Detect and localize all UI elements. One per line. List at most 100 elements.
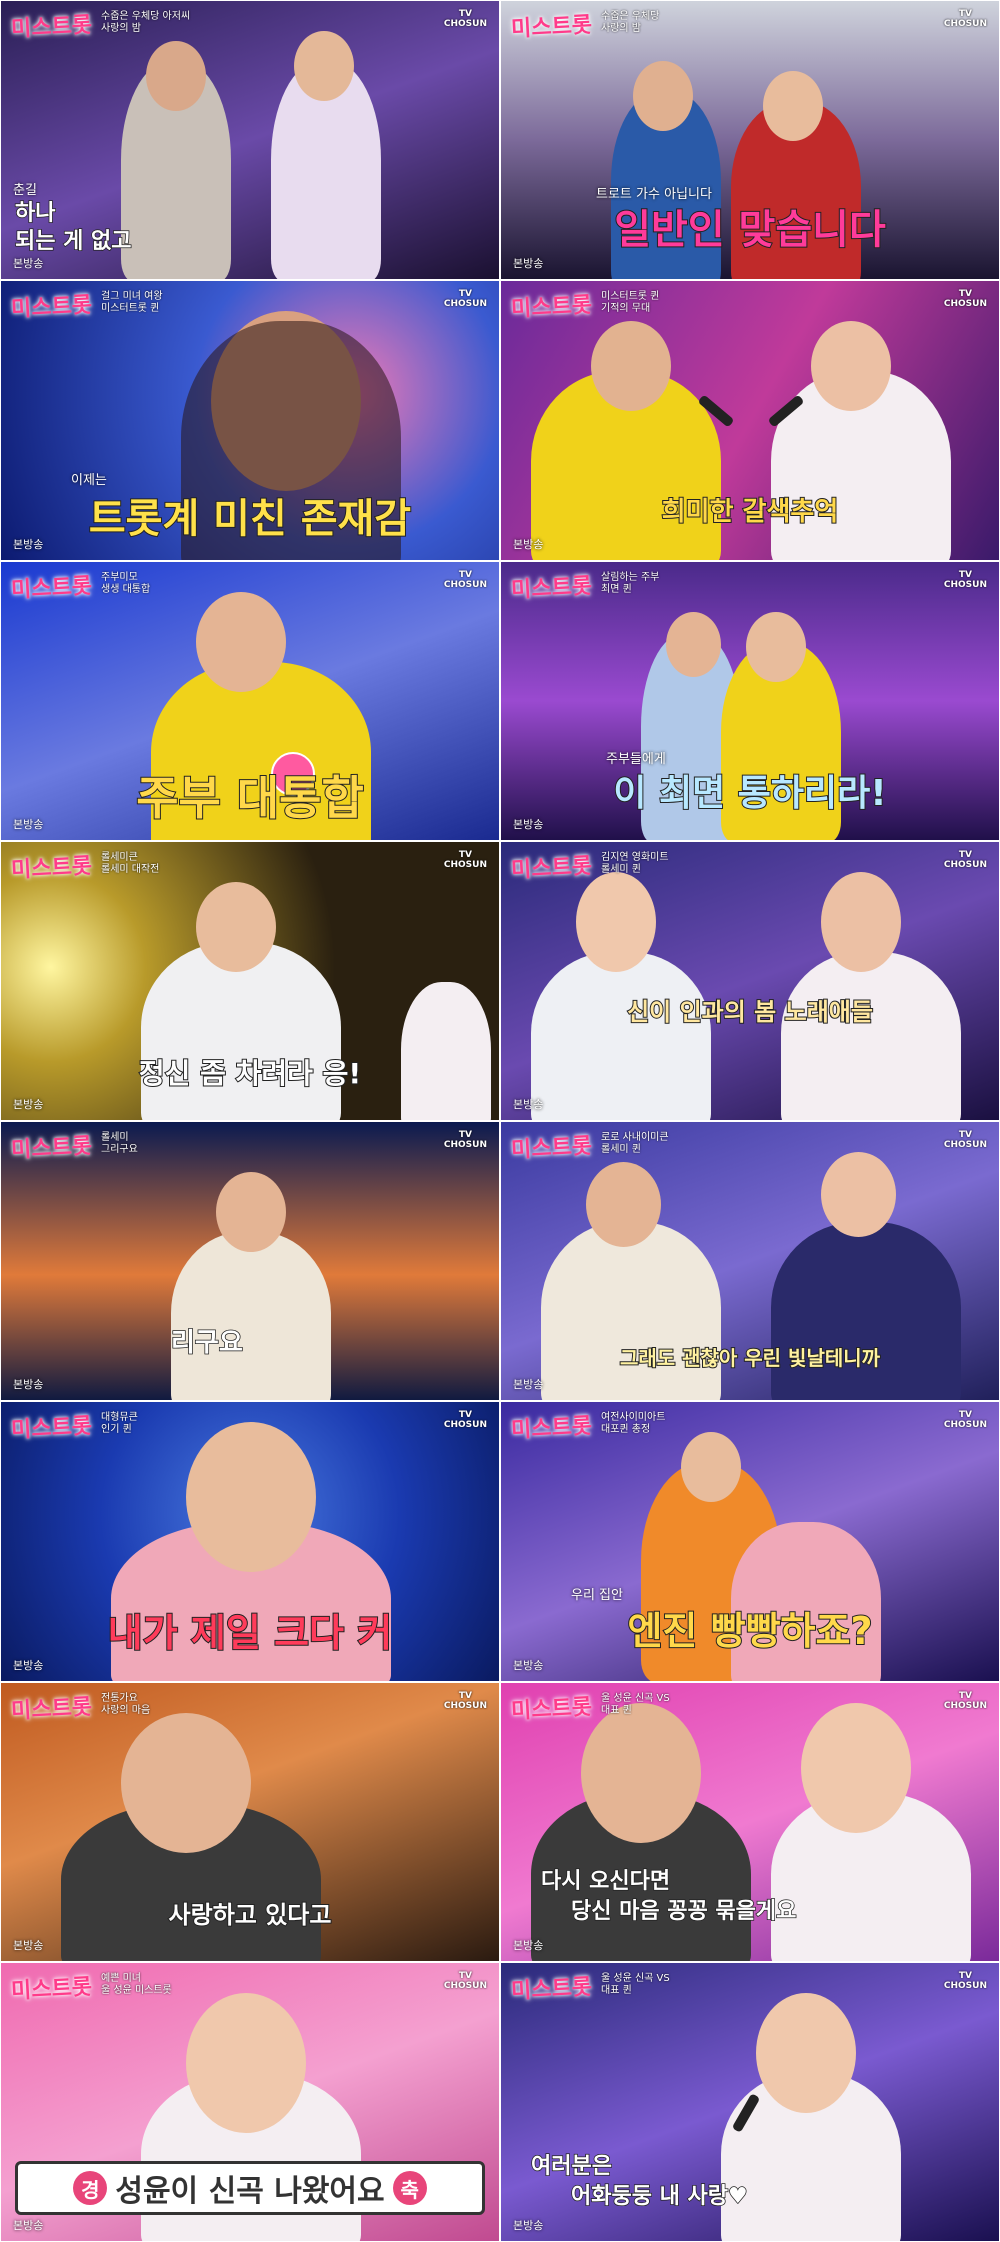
- panel-12: 미스트롯 여전사이미아트 대포퀸 총정 TV CHOSUN 우리 집안 엔진 빵…: [500, 1401, 1000, 1682]
- subtitle: 사랑하고 있다고: [168, 1900, 333, 1930]
- broadcast-tag: 본방송: [513, 1938, 544, 1952]
- singer-head: [746, 611, 806, 682]
- singer-figure: [171, 1232, 331, 1401]
- subtitle-line-2: 어화둥둥 내 사랑♥: [570, 2183, 748, 2210]
- broadcast-tag: 본방송: [13, 1658, 44, 1672]
- broadcast-tag: 본방송: [13, 1938, 44, 1952]
- singer-head: [591, 321, 671, 412]
- tv-chosun-logo: TV CHOSUN: [943, 1410, 987, 1431]
- show-logo: 미스트롯: [510, 573, 593, 603]
- subtitle: 그래도 괜찮아 우린 빛날테니까: [619, 1345, 881, 1371]
- singer-head: [576, 871, 656, 972]
- tv-chosun-logo: TV CHOSUN: [443, 849, 487, 870]
- tv-chosun-logo: TV CHOSUN: [443, 1970, 487, 1991]
- subtitle: 신이 인과의 봄 노래애들: [626, 997, 874, 1027]
- segment-title: 수줍은 우체당 사랑의 밤: [601, 11, 660, 34]
- broadcast-tag: 본방송: [513, 1658, 544, 1672]
- subtitle: 일반인 맞습니다: [613, 206, 887, 254]
- subtitle: 희미한 갈색추억: [661, 496, 840, 528]
- tv-chosun-logo: TV CHOSUN: [443, 1130, 487, 1150]
- segment-title: 수줍은 우체당 아저씨 사랑의 밤: [101, 11, 191, 34]
- subtitle-line-1: 여러분은: [530, 2153, 612, 2180]
- show-logo: 미스트롯: [10, 1414, 93, 1444]
- singer-figure: [781, 951, 961, 1120]
- singer-head: [811, 321, 891, 412]
- show-logo: 미스트롯: [510, 1974, 593, 2004]
- broadcast-tag: 본방송: [13, 257, 44, 271]
- subtitle-line-2: 되는 게 없고: [14, 228, 132, 255]
- show-logo: 미스트롯: [510, 293, 593, 323]
- broadcast-tag: 본방송: [13, 537, 44, 551]
- segment-title: 롤세미큰 롤세미 대작전: [101, 851, 160, 875]
- singer-head: [681, 1432, 741, 1503]
- show-logo: 미스트롯: [10, 1974, 93, 2004]
- broadcast-tag: 본방송: [513, 537, 544, 551]
- segment-title: 살림하는 주부 최면 퀸: [601, 571, 660, 595]
- tv-chosun-logo: TV CHOSUN: [943, 9, 987, 29]
- broadcast-tag: 본방송: [513, 257, 544, 271]
- panel-10: 미스트롯 로로 사내이미큰 롤세미 퀸 TV CHOSUN 그래도 괜찮아 우린…: [500, 1121, 1000, 1402]
- broadcast-tag: 본방송: [513, 1098, 544, 1111]
- tv-chosun-logo: TV CHOSUN: [443, 9, 487, 29]
- banner-text: 성윤이 신곡 나왔어요: [115, 2174, 385, 2209]
- tv-chosun-logo: TV CHOSUN: [943, 1130, 987, 1150]
- panel-14: 미스트롯 울 성윤 신곡 VS 대표 퀸 TV CHOSUN 다시 오신다면 당…: [500, 1681, 1000, 1962]
- singer-head: [821, 871, 901, 972]
- tv-chosun-logo: TV CHOSUN: [443, 1410, 487, 1431]
- show-logo: 미스트롯: [510, 1133, 593, 1164]
- subtitle: 트롯계 미친 존재감: [88, 495, 412, 543]
- segment-title: 김지연 영화미트 롤세미 퀸: [601, 851, 669, 875]
- segment-title: 대형뮤큰 인기 퀸: [101, 1412, 138, 1436]
- tv-chosun-logo: TV CHOSUN: [443, 289, 487, 310]
- tv-chosun-logo: TV CHOSUN: [443, 1690, 487, 1711]
- segment-title: 걸그 미녀 여왕 미스터트롯 퀸: [101, 291, 163, 315]
- show-logo: 미스트롯: [10, 853, 93, 883]
- subtitle-line-1: 다시 오신다면: [540, 1868, 671, 1895]
- segment-title: 주부미모 생생 대통합: [101, 571, 151, 595]
- panel-7: 미스트롯 롤세미큰 롤세미 대작전 TV CHOSUN 정신 좀 차려라 응! …: [0, 840, 500, 1121]
- segment-title: 로로 사내이미큰 롤세미 퀸: [601, 1132, 669, 1155]
- singer-head: [196, 881, 276, 972]
- collage-grid: 미스트롯 수줍은 우체당 아저씨 사랑의 밤 TV CHOSUN 춘길 하나 되…: [0, 0, 1000, 2242]
- panel-3: 미스트롯 걸그 미녀 여왕 미스터트롯 퀸 TV CHOSUN 이제는 트롯계 …: [0, 280, 500, 561]
- singer-head: [801, 1702, 911, 1833]
- panel-15: 미스트롯 예쁜 미녀 울 성윤 미스트롯 TV CHOSUN 경 성윤이 신곡 …: [0, 1961, 500, 2242]
- singer-head: [666, 611, 721, 677]
- broadcast-tag: 본방송: [13, 1378, 44, 1392]
- subtitle: 이 최면 통하리라!: [612, 772, 887, 815]
- singer-head: [821, 1152, 896, 1237]
- subtitle: 엔진 빵빵하죠?: [626, 1608, 873, 1654]
- subtitle-line-2: 당신 마음 꽁꽁 묶을게요: [570, 1898, 797, 1925]
- panel-6: 미스트롯 살림하는 주부 최면 퀸 TV CHOSUN 주부들에게 이 최면 통…: [500, 560, 1000, 841]
- subtitle: 내가 제일 크다 커: [107, 1610, 393, 1656]
- singer-figure: [771, 1222, 961, 1401]
- singer-head: [121, 1712, 251, 1853]
- segment-title: 미스터트롯 퀸 기적의 무대: [601, 291, 660, 315]
- singer-figure: [531, 951, 711, 1120]
- singer-head: [216, 1172, 286, 1252]
- singer-head: [756, 1992, 856, 2113]
- show-logo: 미스트롯: [510, 12, 593, 43]
- panel-13: 미스트롯 전통가요 사랑의 마음 TV CHOSUN 사랑하고 있다고 본방송: [0, 1681, 500, 1962]
- banner-right-badge: 축: [392, 2171, 427, 2205]
- tv-chosun-logo: TV CHOSUN: [943, 289, 987, 310]
- show-logo: 미스트롯: [10, 293, 93, 323]
- subtitle: 리구요: [170, 1327, 243, 1359]
- celebration-banner: 경 성윤이 신곡 나왔어요 축: [15, 2161, 485, 2215]
- show-logo: 미스트롯: [510, 1694, 593, 1724]
- singer-head: [196, 591, 286, 692]
- panel-4: 미스트롯 미스터트롯 퀸 기적의 무대 TV CHOSUN 희미한 갈색추억 본…: [500, 280, 1000, 561]
- show-logo: 미스트롯: [10, 1694, 93, 1724]
- tv-chosun-logo: TV CHOSUN: [943, 569, 987, 590]
- panel-16: 미스트롯 울 성윤 신곡 VS 대표 퀸 TV CHOSUN 여러분은 어화둥둥…: [500, 1961, 1000, 2242]
- segment-title: 예쁜 미녀 울 성윤 미스트롯: [101, 1972, 172, 1996]
- broadcast-tag: 본방송: [513, 817, 544, 831]
- segment-title: 전통가요 사랑의 마음: [101, 1692, 151, 1716]
- tv-chosun-logo: TV CHOSUN: [943, 1970, 987, 1991]
- banner-left-badge: 경: [73, 2171, 108, 2205]
- broadcast-tag: 본방송: [13, 1098, 44, 1111]
- panel-2: 미스트롯 수줍은 우체당 사랑의 밤 TV CHOSUN 트로트 가수 아닙니다…: [500, 0, 1000, 281]
- broadcast-tag: 본방송: [13, 817, 44, 831]
- singer-head: [146, 41, 206, 111]
- tv-chosun-logo: TV CHOSUN: [443, 569, 487, 590]
